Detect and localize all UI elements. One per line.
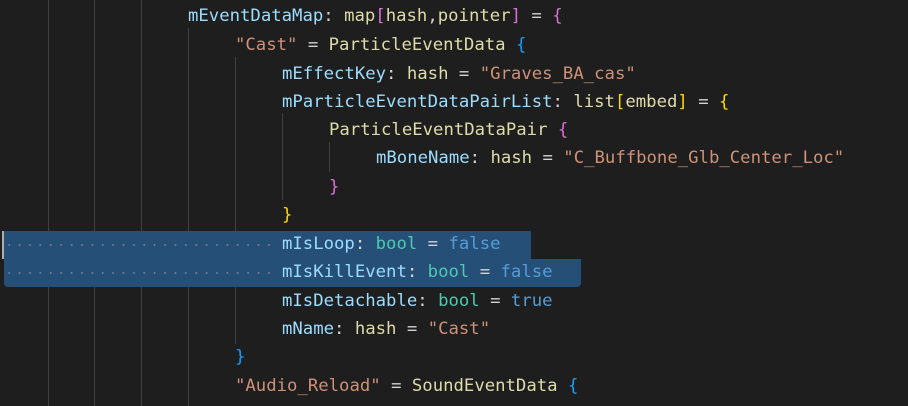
code-token: "Cast" — [235, 35, 298, 55]
code-token: "Audio_Reload" — [235, 376, 381, 396]
code-token: = — [469, 262, 501, 282]
code-line[interactable]: ParticleEventDataPair { — [329, 116, 568, 145]
code-token: = — [297, 35, 329, 55]
code-token: : — [334, 319, 355, 339]
code-line[interactable]: mName: hash = "Cast" — [282, 315, 490, 344]
code-token: ParticleEventDataPair — [329, 120, 548, 140]
code-token: { — [719, 92, 730, 112]
code-token: hash — [385, 6, 428, 26]
code-token: false — [500, 262, 553, 282]
code-token: } — [282, 205, 293, 225]
code-token: { — [515, 35, 527, 55]
code-token: { — [552, 6, 563, 26]
code-editor[interactable]: mEventDataMap: map[hash,pointer] = { "Ca… — [0, 0, 908, 406]
code-token: } — [235, 347, 246, 367]
code-line[interactable]: mIsLoop: bool = false — [282, 230, 501, 259]
code-line[interactable]: mParticleEventDataPairList: list[embed] … — [282, 88, 729, 117]
indent-guide — [282, 113, 283, 200]
code-token: ] — [677, 92, 688, 112]
code-token: pointer — [437, 6, 511, 26]
code-token: false — [448, 234, 501, 254]
code-token: "Graves_BA_cas" — [479, 64, 636, 84]
code-line[interactable]: } — [282, 201, 292, 230]
code-token: : — [323, 6, 345, 26]
code-token: mParticleEventDataPairList — [282, 92, 553, 112]
selection-whitespace-dots — [4, 272, 278, 274]
code-token: = — [532, 148, 564, 168]
indent-guide — [48, 0, 49, 406]
code-token: : — [386, 64, 407, 84]
code-line[interactable]: mIsDetachable: bool = true — [282, 287, 553, 316]
code-token: hash — [406, 64, 449, 84]
code-token: mIsDetachable — [282, 291, 418, 311]
code-line[interactable]: "Audio_Reload" = SoundEventData { — [235, 372, 578, 401]
code-token: bool — [427, 262, 470, 282]
indent-guide — [329, 142, 330, 172]
code-token: = — [448, 64, 480, 84]
code-token: [ — [614, 92, 626, 112]
code-token: { — [557, 120, 569, 140]
selection-whitespace-dots — [4, 244, 278, 246]
code-token: = — [520, 6, 553, 26]
code-token: bool — [438, 291, 480, 311]
code-token: hash — [490, 148, 533, 168]
code-token: mEffectKey — [282, 64, 387, 84]
code-token: ParticleEventData — [328, 35, 506, 55]
code-token: true — [510, 291, 553, 311]
code-token: = — [380, 376, 412, 396]
code-token: mIsKillEvent — [282, 262, 407, 282]
code-line[interactable]: "Cast" = ParticleEventData { — [235, 31, 526, 60]
indent-guide — [141, 0, 142, 406]
code-token: : — [417, 291, 439, 311]
code-token: = — [479, 291, 511, 311]
indent-guide — [94, 0, 95, 406]
code-line[interactable]: mEventDataMap: map[hash,pointer] = { — [188, 2, 563, 31]
code-token: map — [344, 6, 376, 26]
code-token: : — [354, 234, 376, 254]
code-token: ] — [510, 6, 521, 26]
code-token: : — [469, 148, 491, 168]
code-token: = — [417, 234, 449, 254]
code-token: { — [567, 376, 579, 396]
code-token: } — [329, 177, 340, 197]
indent-guide — [235, 57, 236, 344]
code-line[interactable]: mBoneName: hash = "C_Buffbone_Glb_Center… — [376, 144, 844, 173]
code-token: SoundEventData — [411, 376, 558, 396]
code-token: "Cast" — [427, 319, 491, 339]
code-token: embed — [625, 92, 678, 112]
code-token: list — [573, 92, 615, 112]
text-cursor — [2, 231, 4, 259]
code-token: hash — [354, 319, 397, 339]
code-token: mBoneName — [376, 148, 470, 168]
code-token: mName — [282, 319, 335, 339]
code-token: = — [396, 319, 428, 339]
code-token: = — [687, 92, 720, 112]
code-line[interactable]: } — [235, 343, 245, 372]
code-token: mIsLoop — [282, 234, 355, 254]
code-token: mEventDataMap — [188, 6, 324, 26]
code-token: , — [427, 6, 438, 26]
code-token: : — [552, 92, 574, 112]
code-line[interactable]: mIsKillEvent: bool = false — [282, 258, 553, 287]
code-token: bool — [375, 234, 418, 254]
code-token: [ — [375, 6, 386, 26]
code-line[interactable]: } — [329, 173, 339, 202]
code-line[interactable]: mEffectKey: hash = "Graves_BA_cas" — [282, 60, 636, 89]
code-token: "C_Buffbone_Glb_Center_Loc" — [563, 148, 845, 168]
code-token: : — [406, 262, 428, 282]
indent-guide — [188, 28, 189, 406]
